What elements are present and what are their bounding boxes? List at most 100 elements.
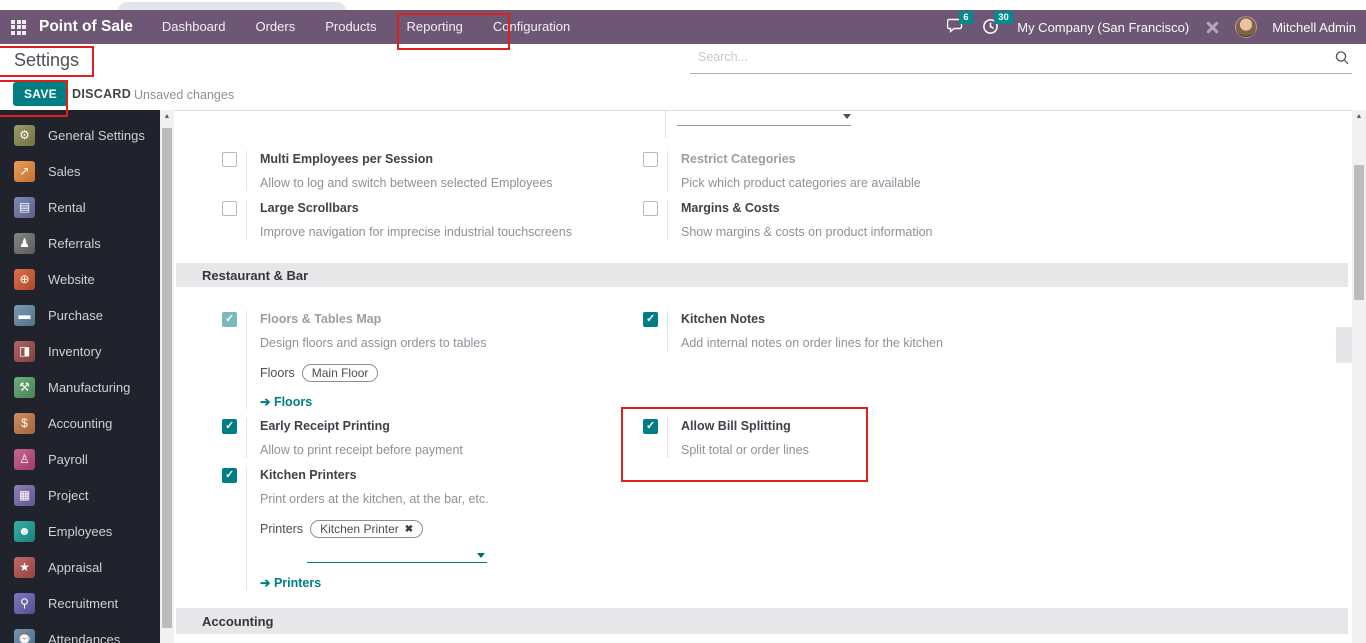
sidebar-scrollbar[interactable]: ▲	[160, 110, 174, 643]
page-title: Settings	[14, 50, 80, 70]
search-input[interactable]	[698, 50, 1298, 64]
globe-icon: ⊕	[14, 268, 35, 290]
sidebar: ⚙ General Settings ↗ Sales ▤ Rental ♟ Referrals…	[0, 110, 160, 643]
sidebar-item-rental[interactable]: ▤ Rental	[0, 189, 160, 225]
menu-configuration[interactable]: Configuration	[478, 10, 585, 44]
divider	[665, 111, 666, 138]
checkbox-floors-tables-map[interactable]	[222, 312, 237, 327]
checkbox-kitchen-printers[interactable]	[222, 468, 237, 483]
setting-early-receipt-printing: Early Receipt Printing Allow to print re…	[222, 418, 463, 458]
setting-label[interactable]: Kitchen Printers	[260, 467, 489, 484]
checkbox-restrict-categories[interactable]	[643, 152, 658, 167]
content-scrollbar-thumb[interactable]	[1354, 165, 1364, 300]
checkbox-kitchen-notes[interactable]	[643, 312, 658, 327]
browser-chrome-strip	[0, 0, 1366, 12]
sidebar-item-manufacturing[interactable]: ⚒ Manufacturing	[0, 369, 160, 405]
sidebar-item-accounting[interactable]: $ Accounting	[0, 405, 160, 441]
search-icon[interactable]	[1334, 50, 1350, 66]
user-menu[interactable]: Mitchell Admin	[1272, 20, 1356, 35]
checkbox-early-receipt-printing[interactable]	[222, 419, 237, 434]
floors-link[interactable]: Floors	[260, 394, 487, 409]
setting-label[interactable]: Early Receipt Printing	[260, 418, 463, 435]
sidebar-item-general-settings[interactable]: ⚙ General Settings	[0, 117, 160, 153]
avatar[interactable]	[1235, 16, 1258, 38]
sidebar-item-appraisal[interactable]: ★ Appraisal	[0, 549, 160, 585]
sidebar-item-project[interactable]: ▦ Project	[0, 477, 160, 513]
section-restaurant-bar: Restaurant & Bar	[176, 263, 1348, 287]
wrench-icon: ⚒	[14, 376, 35, 398]
truncated-dropdown-field[interactable]	[677, 111, 851, 126]
setting-desc: Add internal notes on order lines for th…	[681, 336, 943, 350]
menu-products[interactable]: Products	[310, 10, 391, 44]
star-icon: ★	[14, 556, 35, 578]
sidebar-item-label: Employees	[48, 523, 113, 539]
settings-panel: Multi Employees per Session Allow to log…	[174, 110, 1352, 643]
scroll-up-icon[interactable]: ▲	[1352, 113, 1366, 120]
setting-desc: Allow to print receipt before payment	[260, 443, 463, 457]
gear-icon: ⚙	[14, 124, 35, 146]
checkbox-multi-employees[interactable]	[222, 152, 237, 167]
sidebar-item-sales[interactable]: ↗ Sales	[0, 153, 160, 189]
menu-reporting[interactable]: Reporting	[392, 10, 478, 44]
sidebar-item-website[interactable]: ⊕ Website	[0, 261, 160, 297]
setting-label[interactable]: Restrict Categories	[681, 151, 921, 168]
printers-tag[interactable]: Kitchen Printer ✖	[310, 520, 424, 538]
purchase-card-icon: ▬	[14, 304, 35, 326]
setting-label[interactable]: Large Scrollbars	[260, 200, 572, 217]
setting-desc: Allow to log and switch between selected…	[260, 176, 553, 190]
setting-label[interactable]: Allow Bill Splitting	[681, 418, 809, 435]
apps-menu-icon[interactable]	[11, 19, 26, 35]
sidebar-item-label: Referrals	[48, 235, 101, 251]
setting-label[interactable]: Kitchen Notes	[681, 311, 943, 328]
company-switcher[interactable]: My Company (San Francisco)	[1017, 20, 1189, 35]
sidebar-item-employees[interactable]: ☻ Employees	[0, 513, 160, 549]
menu-dashboard[interactable]: Dashboard	[147, 10, 241, 44]
setting-desc: Design floors and assign orders to table…	[260, 336, 487, 350]
person-clock-icon: ⌚	[14, 628, 35, 643]
checkbox-large-scrollbars[interactable]	[222, 201, 237, 216]
printers-dropdown-field[interactable]	[307, 549, 487, 563]
rental-doc-icon: ▤	[14, 196, 35, 218]
sidebar-item-referrals[interactable]: ♟ Referrals	[0, 225, 160, 261]
setting-restrict-categories: Restrict Categories Pick which product c…	[643, 151, 921, 191]
developer-tools-icon[interactable]	[1204, 19, 1220, 35]
sidebar-item-label: Manufacturing	[48, 379, 131, 395]
scroll-up-icon[interactable]: ▲	[160, 113, 174, 120]
sidebar-scrollbar-thumb[interactable]	[162, 128, 172, 628]
checkbox-allow-bill-splitting[interactable]	[643, 419, 658, 434]
content-scrollbar[interactable]: ▲	[1352, 110, 1366, 643]
menu-orders[interactable]: Orders	[240, 10, 310, 44]
sidebar-item-label: Payroll	[48, 451, 88, 467]
inventory-box-icon: ◨	[14, 340, 35, 362]
chevron-down-icon	[477, 553, 485, 558]
floors-tag[interactable]: Main Floor	[301, 364, 379, 382]
setting-label[interactable]: Margins & Costs	[681, 200, 933, 217]
checkbox-margins-costs[interactable]	[643, 201, 658, 216]
sales-chart-icon: ↗	[14, 160, 35, 182]
tag-remove-icon[interactable]: ✖	[405, 524, 413, 535]
setting-floors-tables-map: Floors & Tables Map Design floors and as…	[222, 311, 487, 409]
puzzle-icon: ▦	[14, 484, 35, 506]
activities-button[interactable]: 30	[982, 11, 1013, 36]
discard-button[interactable]: DISCARD	[72, 87, 131, 101]
sidebar-item-recruitment[interactable]: ⚲ Recruitment	[0, 585, 160, 621]
sidebar-item-payroll[interactable]: ♙ Payroll	[0, 441, 160, 477]
setting-multi-employees: Multi Employees per Session Allow to log…	[222, 151, 553, 191]
messages-button[interactable]: 6	[947, 11, 973, 36]
section-title: Accounting	[202, 613, 274, 629]
sidebar-item-label: Recruitment	[48, 595, 119, 611]
app-name[interactable]: Point of Sale	[39, 18, 133, 36]
setting-large-scrollbars: Large Scrollbars Improve navigation for …	[222, 200, 572, 240]
save-button[interactable]: SAVE	[13, 82, 68, 106]
sidebar-item-label: Rental	[48, 199, 86, 215]
payroll-person-icon: ♙	[14, 448, 35, 470]
search-bar	[690, 46, 1352, 74]
setting-label[interactable]: Floors & Tables Map	[260, 311, 487, 328]
sidebar-item-purchase[interactable]: ▬ Purchase	[0, 297, 160, 333]
sidebar-item-inventory[interactable]: ◨ Inventory	[0, 333, 160, 369]
sidebar-item-attendances[interactable]: ⌚ Attendances	[0, 621, 160, 643]
sidebar-item-label: Accounting	[48, 415, 113, 431]
setting-label[interactable]: Multi Employees per Session	[260, 151, 553, 168]
sidebar-item-label: Inventory	[48, 343, 102, 359]
printers-link[interactable]: Printers	[260, 575, 489, 590]
